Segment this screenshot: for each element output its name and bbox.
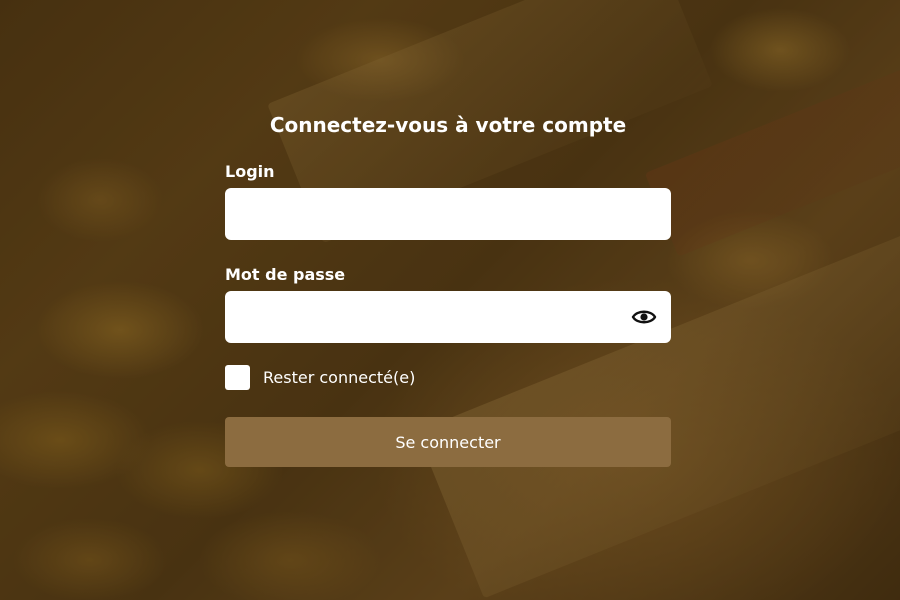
- eye-icon-graphic: [631, 310, 657, 324]
- login-label: Login: [225, 162, 275, 181]
- login-button[interactable]: Se connecter: [225, 417, 671, 467]
- password-input[interactable]: [225, 291, 671, 343]
- login-input[interactable]: [225, 188, 671, 240]
- page-title: Connectez-vous à votre compte: [269, 113, 627, 137]
- remember-me[interactable]: Rester connecté(e): [225, 364, 415, 390]
- eye-icon[interactable]: [631, 306, 657, 328]
- remember-label: Rester connecté(e): [263, 367, 416, 387]
- remember-checkbox[interactable]: [225, 364, 250, 390]
- password-label: Mot de passe: [225, 265, 346, 284]
